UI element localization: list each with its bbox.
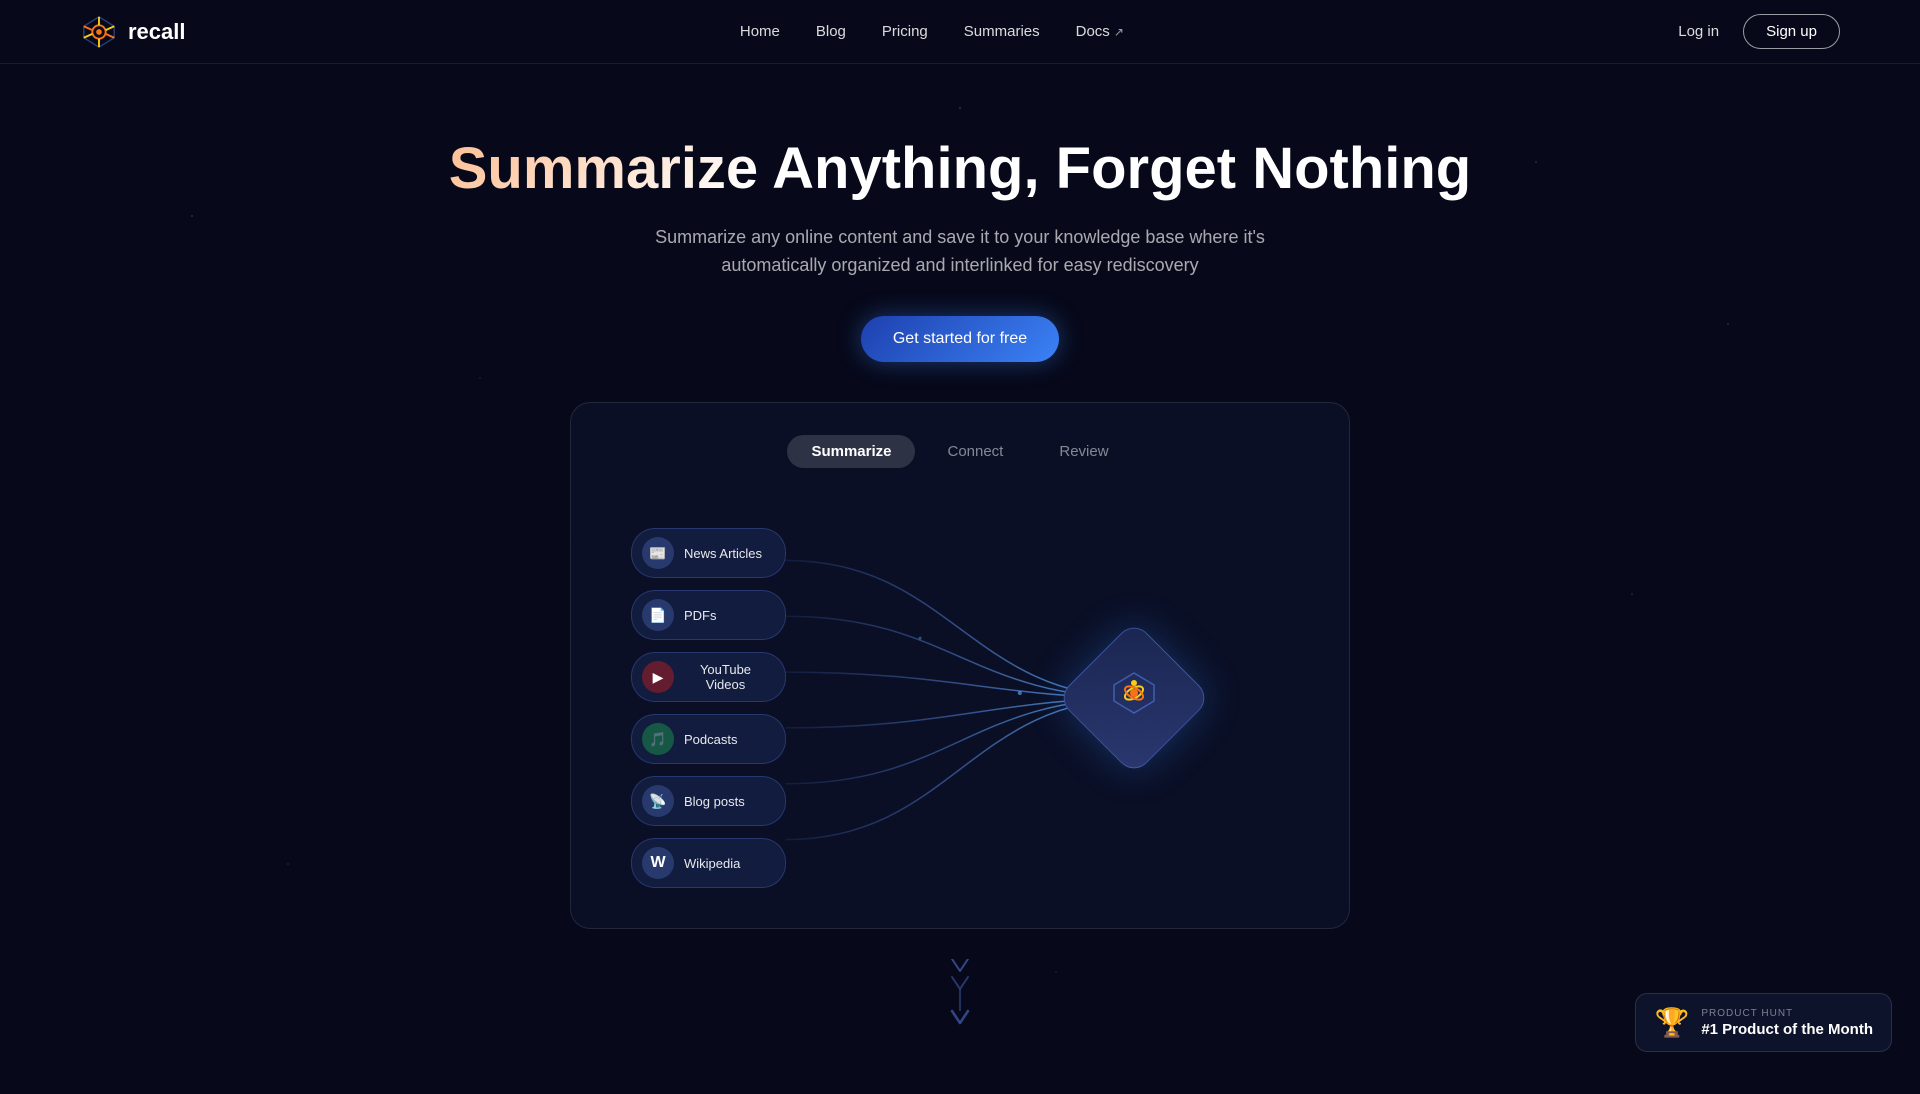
nav-actions: Log in Sign up	[1678, 14, 1840, 49]
login-button[interactable]: Log in	[1678, 23, 1719, 40]
nav-links: Home Blog Pricing Summaries Docs ↗	[740, 23, 1124, 40]
demo-tabs: Summarize Connect Review	[571, 435, 1349, 468]
node-news: 📰 News Articles	[631, 528, 786, 578]
blogs-icon: 📡	[642, 785, 674, 817]
node-blogs-label: Blog posts	[684, 794, 745, 809]
hero-subtitle: Summarize any online content and save it…	[610, 223, 1310, 281]
navbar: recall Home Blog Pricing Summaries Docs …	[0, 0, 1920, 64]
brand-name: recall	[128, 19, 186, 45]
podcasts-icon: 🎵	[642, 723, 674, 755]
cta-button[interactable]: Get started for free	[861, 316, 1059, 362]
node-podcasts: 🎵 Podcasts	[631, 714, 786, 764]
node-wikipedia-label: Wikipedia	[684, 856, 740, 871]
nav-home[interactable]: Home	[740, 23, 780, 40]
tab-review[interactable]: Review	[1035, 435, 1132, 468]
ph-badge-text: #1 Product of the Month	[1701, 1021, 1873, 1038]
nav-blog[interactable]: Blog	[816, 23, 846, 40]
nav-summaries[interactable]: Summaries	[964, 23, 1040, 40]
node-youtube: ▶ YouTube Videos	[631, 652, 786, 702]
node-podcasts-label: Podcasts	[684, 732, 737, 747]
product-hunt-badge[interactable]: 🏆 PRODUCT HUNT #1 Product of the Month	[1635, 993, 1892, 1052]
node-news-label: News Articles	[684, 546, 762, 561]
wikipedia-icon: W	[642, 847, 674, 879]
logo[interactable]: recall	[80, 13, 186, 51]
node-blogs: 📡 Blog posts	[631, 776, 786, 826]
scroll-arrow[interactable]	[40, 929, 1880, 1054]
content-nodes: 📰 News Articles 📄 PDFs ▶ YouTube Videos …	[631, 528, 786, 888]
hero-title: Summarize Anything, Forget Nothing	[40, 136, 1880, 203]
hero-section: Summarize Anything, Forget Nothing Summa…	[0, 64, 1920, 1094]
down-arrow-icon	[946, 959, 974, 1029]
nav-pricing[interactable]: Pricing	[882, 23, 928, 40]
demo-panel: Summarize Connect Review	[570, 402, 1350, 929]
center-recall-logo	[1079, 643, 1189, 753]
news-icon: 📰	[642, 537, 674, 569]
tab-connect[interactable]: Connect	[923, 435, 1027, 468]
ph-label: PRODUCT HUNT	[1701, 1008, 1873, 1019]
trophy-icon: 🏆	[1654, 1006, 1689, 1039]
diagram: 📰 News Articles 📄 PDFs ▶ YouTube Videos …	[571, 508, 1349, 888]
external-link-icon: ↗	[1114, 25, 1124, 39]
pdfs-icon: 📄	[642, 599, 674, 631]
node-wikipedia: W Wikipedia	[631, 838, 786, 888]
node-pdfs-label: PDFs	[684, 608, 717, 623]
node-youtube-label: YouTube Videos	[684, 662, 767, 692]
nav-docs[interactable]: Docs ↗	[1076, 23, 1124, 40]
youtube-icon: ▶	[642, 661, 674, 693]
ph-text: PRODUCT HUNT #1 Product of the Month	[1701, 1008, 1873, 1038]
signup-button[interactable]: Sign up	[1743, 14, 1840, 49]
tab-summarize[interactable]: Summarize	[787, 435, 915, 468]
node-pdfs: 📄 PDFs	[631, 590, 786, 640]
